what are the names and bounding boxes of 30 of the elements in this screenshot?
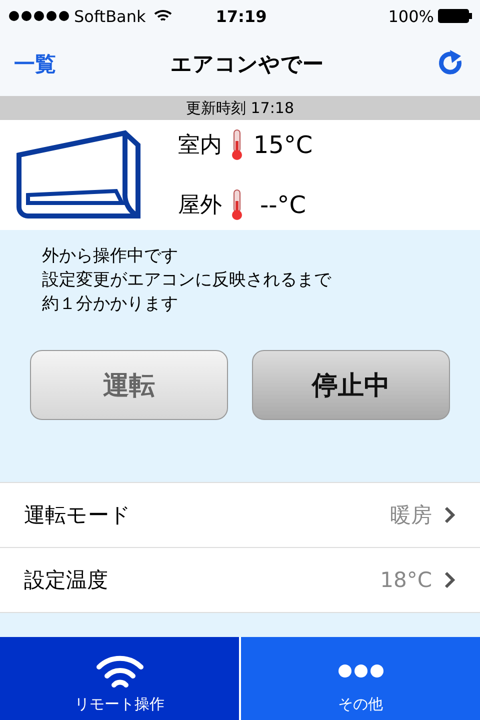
temperature-value: --°C	[258, 191, 308, 219]
setting-value: 暖房	[390, 502, 432, 529]
update-time: 更新時刻 17:18	[186, 98, 294, 118]
temperature-label: 屋外	[178, 192, 222, 220]
back-link[interactable]: 一覧	[14, 50, 56, 78]
tab[interactable]: その他	[241, 637, 480, 720]
carrier-name: SoftBank	[74, 6, 146, 26]
signal-icon	[8, 10, 70, 22]
battery-percent: 100%	[388, 6, 434, 26]
power-button[interactable]: 停止中	[252, 350, 450, 420]
chevron-icon	[444, 571, 456, 589]
more-icon	[336, 663, 384, 679]
thermometer-icon	[230, 189, 244, 221]
chevron-icon	[444, 506, 456, 524]
temperature-label: 室内	[178, 132, 222, 160]
notice-text: 外から操作中です 設定変更がエアコンに反映されるまで 約１分かかります	[42, 245, 332, 316]
setting-label: 運転モード	[24, 502, 132, 529]
temperature-value: 15°C	[252, 131, 314, 159]
tab[interactable]: リモート操作	[0, 637, 239, 720]
settings-row[interactable]: 設定温度 18°C	[0, 547, 480, 612]
screen-title: エアコンやでー	[170, 51, 324, 78]
setting-label: 設定温度	[24, 567, 109, 594]
clock-time: 17:19	[216, 6, 268, 26]
setting-value: 18°C	[380, 568, 432, 592]
thermometer-icon	[230, 129, 244, 161]
power-button[interactable]: 運転	[30, 350, 228, 420]
wifi-icon	[154, 9, 172, 23]
settings-row[interactable]: 運転モード 暖房	[0, 482, 480, 547]
battery-icon	[438, 9, 472, 23]
wifi-icon	[96, 655, 144, 689]
